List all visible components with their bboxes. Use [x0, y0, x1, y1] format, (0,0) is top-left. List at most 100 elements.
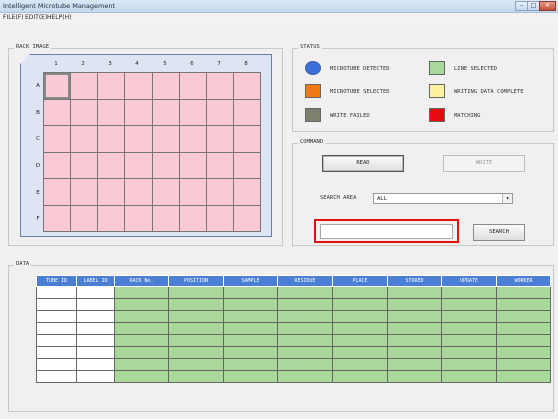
- table-cell[interactable]: [277, 334, 333, 347]
- search-area-select[interactable]: ALL ▾: [373, 193, 513, 204]
- table-cell[interactable]: [114, 310, 169, 323]
- table-cell[interactable]: [387, 322, 442, 335]
- rack-well-A3[interactable]: [98, 73, 126, 100]
- table-cell[interactable]: [441, 358, 497, 371]
- table-cell[interactable]: [168, 346, 224, 359]
- rack-well-D1[interactable]: [44, 152, 72, 179]
- table-cell[interactable]: [76, 334, 115, 347]
- table-cell[interactable]: [441, 370, 497, 383]
- table-cell[interactable]: [36, 370, 77, 383]
- table-cell[interactable]: [332, 346, 388, 359]
- table-cell[interactable]: [387, 346, 442, 359]
- table-cell[interactable]: [496, 322, 551, 335]
- table-cell[interactable]: [277, 286, 333, 299]
- table-cell[interactable]: [496, 310, 551, 323]
- table-row[interactable]: [36, 298, 551, 311]
- rack-well-E7[interactable]: [206, 179, 234, 206]
- column-header[interactable]: PLACE: [332, 275, 388, 287]
- column-header[interactable]: LABEL ID: [76, 275, 115, 287]
- rack-well-B8[interactable]: [233, 99, 261, 126]
- column-header[interactable]: WORKER: [496, 275, 551, 287]
- table-cell[interactable]: [168, 370, 224, 383]
- table-cell[interactable]: [223, 358, 278, 371]
- table-cell[interactable]: [36, 358, 77, 371]
- rack-well-A5[interactable]: [152, 73, 180, 100]
- rack-well-F7[interactable]: [206, 205, 234, 232]
- rack-well-F8[interactable]: [233, 205, 261, 232]
- table-cell[interactable]: [332, 370, 388, 383]
- menu-edit[interactable]: EDIT(E): [25, 14, 47, 21]
- table-cell[interactable]: [387, 286, 442, 299]
- rack-well-E8[interactable]: [233, 179, 261, 206]
- table-cell[interactable]: [223, 346, 278, 359]
- rack-well-B7[interactable]: [206, 99, 234, 126]
- rack-well-F5[interactable]: [152, 205, 180, 232]
- table-cell[interactable]: [223, 298, 278, 311]
- rack-well-C1[interactable]: [44, 126, 72, 153]
- table-cell[interactable]: [76, 358, 115, 371]
- rack-well-C3[interactable]: [98, 126, 126, 153]
- table-cell[interactable]: [387, 310, 442, 323]
- rack-well-D8[interactable]: [233, 152, 261, 179]
- column-header[interactable]: SAMPLE: [223, 275, 278, 287]
- table-cell[interactable]: [496, 370, 551, 383]
- table-cell[interactable]: [496, 334, 551, 347]
- table-cell[interactable]: [36, 322, 77, 335]
- table-cell[interactable]: [114, 370, 169, 383]
- chevron-down-icon[interactable]: ▾: [502, 194, 512, 203]
- column-header[interactable]: RACK No.: [114, 275, 169, 287]
- table-row[interactable]: [36, 358, 551, 371]
- table-cell[interactable]: [277, 370, 333, 383]
- menu-help[interactable]: HELP(H): [47, 14, 71, 21]
- table-cell[interactable]: [76, 310, 115, 323]
- search-button[interactable]: SEARCH: [473, 224, 525, 241]
- table-cell[interactable]: [332, 298, 388, 311]
- table-cell[interactable]: [496, 346, 551, 359]
- table-cell[interactable]: [36, 310, 77, 323]
- table-cell[interactable]: [223, 322, 278, 335]
- column-header[interactable]: POSITION: [168, 275, 224, 287]
- rack-well-C7[interactable]: [206, 126, 234, 153]
- rack-well-A4[interactable]: [125, 73, 153, 100]
- rack-well-C8[interactable]: [233, 126, 261, 153]
- rack-well-E3[interactable]: [98, 179, 126, 206]
- column-header[interactable]: UPDATE: [441, 275, 497, 287]
- close-button[interactable]: ✕: [539, 1, 556, 11]
- rack-well-A6[interactable]: [179, 73, 207, 100]
- table-cell[interactable]: [441, 286, 497, 299]
- table-cell[interactable]: [76, 322, 115, 335]
- table-row[interactable]: [36, 370, 551, 383]
- rack-well-B5[interactable]: [152, 99, 180, 126]
- table-cell[interactable]: [223, 286, 278, 299]
- table-cell[interactable]: [441, 322, 497, 335]
- table-cell[interactable]: [441, 346, 497, 359]
- column-header[interactable]: RESIDUE: [277, 275, 333, 287]
- table-cell[interactable]: [496, 286, 551, 299]
- table-cell[interactable]: [332, 334, 388, 347]
- table-cell[interactable]: [441, 334, 497, 347]
- table-cell[interactable]: [332, 358, 388, 371]
- rack-well-C2[interactable]: [71, 126, 99, 153]
- rack-well-B2[interactable]: [71, 99, 99, 126]
- table-row[interactable]: [36, 322, 551, 335]
- rack-well-A2[interactable]: [71, 73, 99, 100]
- table-row[interactable]: [36, 334, 551, 347]
- rack-well-B6[interactable]: [179, 99, 207, 126]
- table-row[interactable]: [36, 286, 551, 299]
- table-cell[interactable]: [76, 370, 115, 383]
- table-cell[interactable]: [277, 298, 333, 311]
- rack-well-B3[interactable]: [98, 99, 126, 126]
- rack-well-E5[interactable]: [152, 179, 180, 206]
- table-cell[interactable]: [332, 286, 388, 299]
- rack-well-E1[interactable]: [44, 179, 72, 206]
- table-cell[interactable]: [332, 310, 388, 323]
- table-cell[interactable]: [114, 322, 169, 335]
- rack-well-F4[interactable]: [125, 205, 153, 232]
- table-cell[interactable]: [387, 298, 442, 311]
- table-cell[interactable]: [36, 334, 77, 347]
- rack-well-A7[interactable]: [206, 73, 234, 100]
- table-cell[interactable]: [441, 310, 497, 323]
- rack-well-D7[interactable]: [206, 152, 234, 179]
- rack-well-C6[interactable]: [179, 126, 207, 153]
- table-cell[interactable]: [168, 358, 224, 371]
